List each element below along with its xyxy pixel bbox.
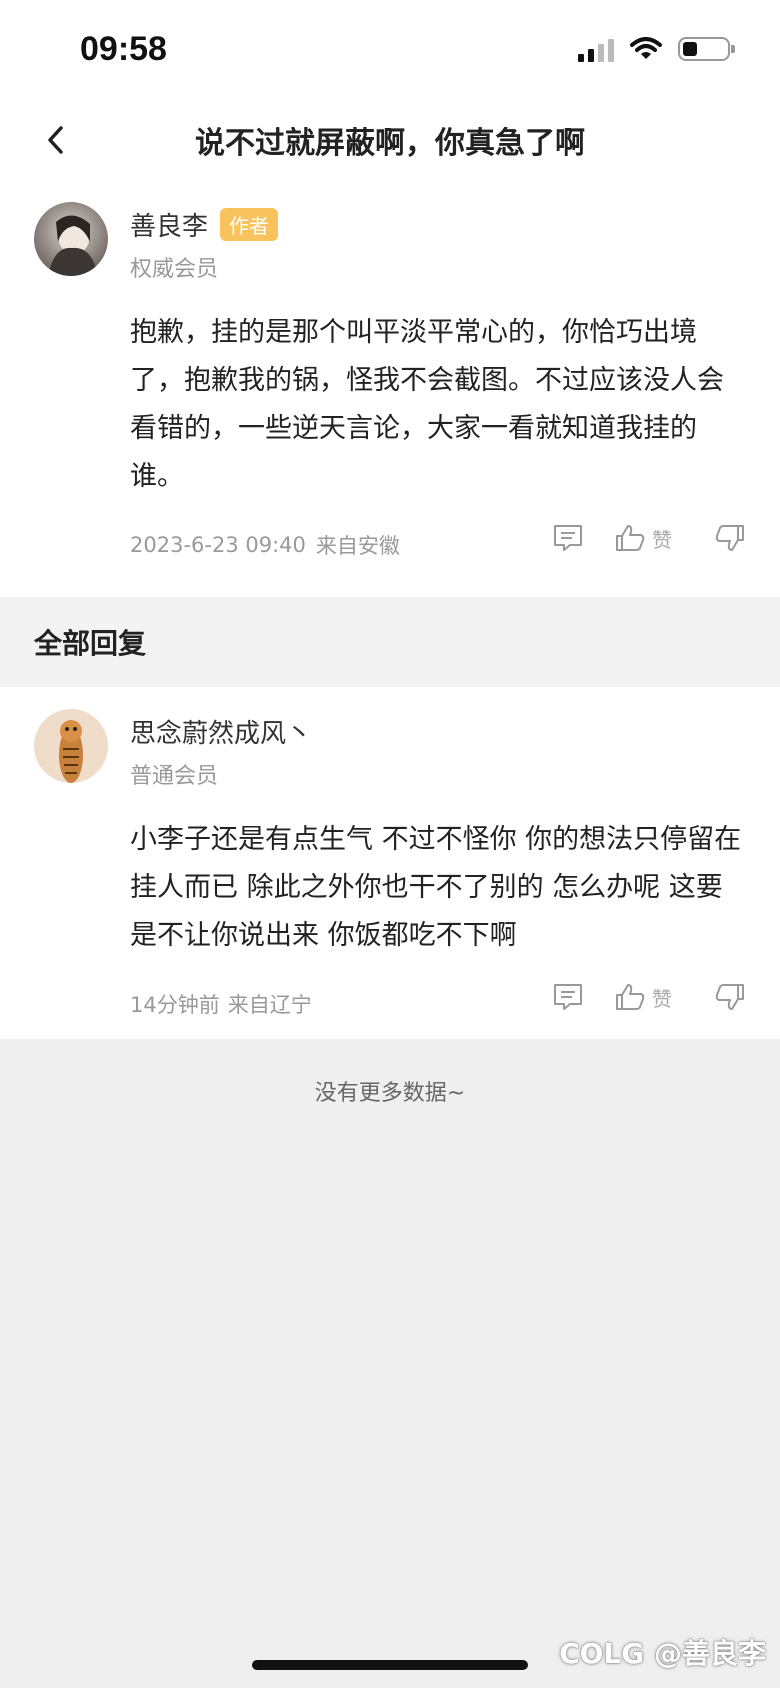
reply-time: 14分钟前 bbox=[130, 993, 220, 1017]
comment-button[interactable] bbox=[552, 523, 584, 553]
reply-dislike-button[interactable] bbox=[714, 982, 746, 1012]
page-title: 说不过就屏蔽啊，你真急了啊 bbox=[195, 126, 585, 161]
like-label: 赞 bbox=[652, 527, 672, 552]
reply-member-level: 普通会员 bbox=[130, 764, 219, 789]
post-time: 2023-6-23 09:40 bbox=[130, 533, 306, 557]
post-meta: 2023-6-23 09:40 来自安徽 赞 bbox=[130, 515, 746, 575]
thumb-down-icon bbox=[715, 984, 744, 1010]
section-header: 全部回复 bbox=[0, 597, 780, 687]
post-content: 抱歉，挂的是那个叫平淡平常心的，你恰巧出境了，抱歉我的锅，怪我不会截图。不过应该… bbox=[130, 317, 724, 492]
status-bar: 09:58 bbox=[0, 0, 780, 100]
signal-icon bbox=[578, 36, 614, 62]
like-button[interactable]: 赞 bbox=[614, 523, 672, 553]
member-level: 权威会员 bbox=[130, 257, 219, 282]
reply-actions: 赞 bbox=[552, 982, 746, 1012]
original-post: 善良李 作者 权威会员 抱歉，挂的是那个叫平淡平常心的，你恰巧出境了，抱歉我的锅… bbox=[0, 180, 780, 597]
reply-like-label: 赞 bbox=[652, 986, 672, 1011]
reply-content: 小李子还是有点生气 不过不怪你 你的想法只停留在挂人而已 除此之外你也干不了别的… bbox=[130, 824, 742, 951]
top-area: 09:58 说不过就屏蔽啊，你真急了啊 善良李 作者 权威会员 抱歉，挂的是那个… bbox=[0, 0, 780, 597]
reply-avatar[interactable] bbox=[34, 709, 108, 783]
reply-like-button[interactable]: 赞 bbox=[614, 982, 672, 1012]
status-icons bbox=[578, 36, 735, 62]
post-actions: 赞 bbox=[552, 523, 746, 553]
watermark: COLG @善良李 bbox=[559, 1637, 766, 1670]
reply-author-name[interactable]: 思念蔚然成风丶 bbox=[130, 713, 312, 750]
thumb-up-icon bbox=[616, 984, 645, 1010]
author-avatar[interactable] bbox=[34, 202, 108, 276]
dislike-button[interactable] bbox=[714, 523, 746, 553]
thumb-up-icon bbox=[616, 525, 645, 551]
reply-item: 思念蔚然成风丶 普通会员 小李子还是有点生气 不过不怪你 你的想法只停留在挂人而… bbox=[0, 687, 780, 1039]
reply-header: 思念蔚然成风丶 普通会员 bbox=[34, 709, 746, 790]
nav-bar: 说不过就屏蔽啊，你真急了啊 bbox=[0, 100, 780, 180]
battery-icon bbox=[678, 37, 735, 61]
status-time: 09:58 bbox=[80, 30, 167, 68]
post-header: 善良李 作者 权威会员 bbox=[34, 202, 746, 283]
author-info: 善良李 作者 权威会员 bbox=[130, 202, 279, 283]
reply-comment-button[interactable] bbox=[552, 982, 584, 1012]
author-name[interactable]: 善良李 bbox=[130, 206, 208, 243]
no-more-data: 没有更多数据~ bbox=[314, 1081, 466, 1106]
post-location: 来自安徽 bbox=[315, 534, 400, 558]
reply-author-info: 思念蔚然成风丶 普通会员 bbox=[130, 709, 312, 790]
reply-location: 来自辽宁 bbox=[227, 993, 312, 1017]
comment-icon bbox=[554, 984, 582, 1010]
author-badge: 作者 bbox=[220, 208, 279, 241]
wifi-icon bbox=[630, 37, 662, 59]
reply-meta: 14分钟前 来自辽宁 赞 bbox=[130, 974, 746, 1034]
thumb-down-icon bbox=[715, 525, 744, 551]
comment-icon bbox=[554, 525, 582, 551]
home-indicator[interactable] bbox=[252, 1660, 528, 1670]
